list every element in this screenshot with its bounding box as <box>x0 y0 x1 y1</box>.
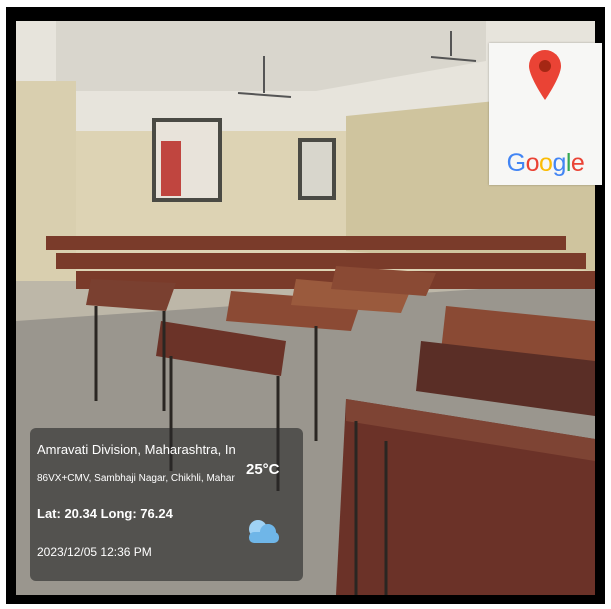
address-text: 86VX+CMV, Sambhaji Nagar, Chikhli, Mahar… <box>37 473 235 484</box>
cloud-icon <box>249 520 279 543</box>
map-pin-icon <box>529 50 561 100</box>
google-logo-card: Google <box>489 43 602 185</box>
google-logo: Google <box>506 149 585 177</box>
coordinates-text: Lat: 20.34 Long: 76.24 <box>37 506 173 521</box>
geotag-overlay: Amravati Division, Maharashtra, India 86… <box>30 428 303 581</box>
temperature-text: 25°C <box>246 461 280 478</box>
location-text: Amravati Division, Maharashtra, India <box>37 442 235 457</box>
timestamp-text: 2023/12/05 12:36 PM <box>37 545 152 559</box>
